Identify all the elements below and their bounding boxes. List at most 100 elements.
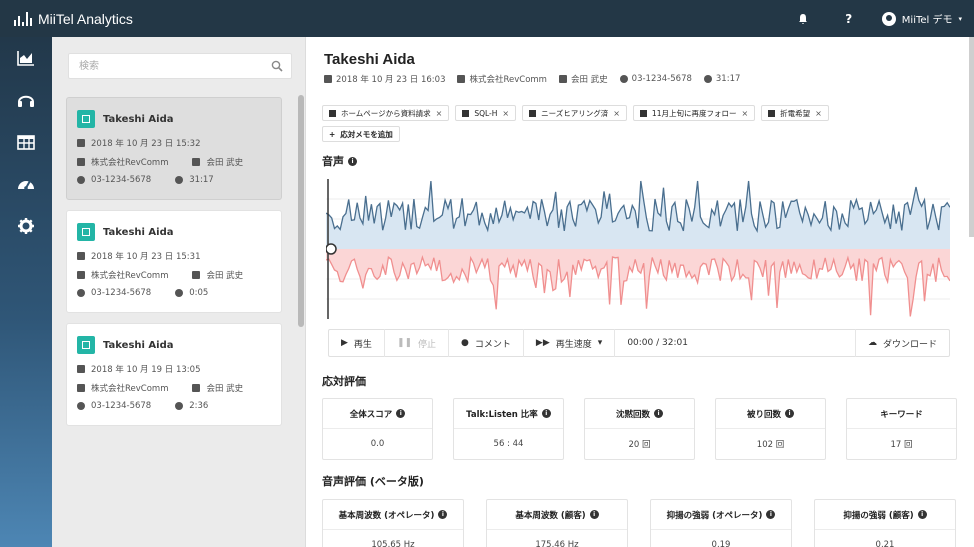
nav-analytics[interactable] xyxy=(0,37,52,79)
gear-icon xyxy=(18,218,34,234)
app-logo[interactable]: MiiTel Analytics xyxy=(0,11,133,27)
tag-item[interactable]: 折電希望 × xyxy=(761,105,829,121)
info-icon[interactable]: i xyxy=(348,156,357,166)
search-input[interactable] xyxy=(69,54,259,78)
call-card-phone: 03-1234-5678 xyxy=(91,401,152,411)
score-card: 沈黙回数 i 20 回 xyxy=(584,398,695,460)
area-chart-icon xyxy=(17,51,34,66)
tag-item[interactable]: ホームページから資料請求 × xyxy=(322,105,450,121)
user-menu[interactable]: MiiTel デモ ▾ xyxy=(872,11,974,26)
call-card-operator: 会田 武史 xyxy=(206,158,244,168)
audio-player-controls: ▶ 再生 ❚❚ 停止 ● コメント ▶▶ 再生速度 ▾ 00:00 / 32:01 ☁ ダウ… xyxy=(328,329,950,357)
play-icon: ▶ xyxy=(341,338,348,348)
detail-phone: 03-1234-5678 xyxy=(631,74,692,84)
table-icon xyxy=(17,135,35,150)
info-icon[interactable]: i xyxy=(589,510,599,519)
call-card[interactable]: Takeshi Aida 2018 年 10 月 23 日 15:32 株式会社… xyxy=(66,97,282,200)
close-icon[interactable]: × xyxy=(436,109,443,118)
info-icon[interactable]: i xyxy=(438,510,448,519)
download-button[interactable]: ☁ ダウンロード xyxy=(854,329,949,357)
clock-icon xyxy=(175,289,184,297)
customer-wave-area xyxy=(326,249,950,317)
call-card-company: 株式会社RevComm xyxy=(91,158,169,168)
comment-icon: ● xyxy=(461,338,469,348)
calendar-icon xyxy=(324,75,332,83)
id-card-icon xyxy=(192,271,201,279)
cloud-download-icon: ☁ xyxy=(867,338,877,348)
playhead-handle[interactable] xyxy=(326,243,337,255)
sidebar xyxy=(0,37,52,547)
tag-item[interactable]: SQL-H × xyxy=(455,105,517,121)
top-bar: MiiTel Analytics ? MiiTel デモ ▾ xyxy=(0,0,974,37)
search-box xyxy=(68,53,292,79)
detail-datetime: 2018 年 10 月 23 日 16:03 xyxy=(336,75,446,85)
call-card-datetime: 2018 年 10 月 23 日 15:32 xyxy=(91,139,201,149)
call-badge-icon xyxy=(77,336,95,354)
voice-card: 基本周波数 (オペレータ) i 105.65 Hz xyxy=(322,499,464,547)
id-card-icon xyxy=(558,75,567,83)
audio-title: 音声 xyxy=(322,155,344,168)
notification-bell-icon[interactable] xyxy=(780,0,826,37)
call-card[interactable]: Takeshi Aida 2018 年 10 月 19 日 13:05 株式会社… xyxy=(66,323,282,426)
search-icon[interactable] xyxy=(271,60,283,72)
close-icon[interactable]: × xyxy=(613,109,620,118)
evaluation-section-title: 応対評価 xyxy=(322,375,366,388)
playback-speed-button[interactable]: ▶▶ 再生速度 ▾ xyxy=(524,329,616,357)
building-icon xyxy=(77,158,85,166)
clock-icon xyxy=(703,75,712,83)
clock-icon xyxy=(175,402,184,410)
headphones-icon xyxy=(18,95,34,107)
call-card-duration: 0:05 xyxy=(189,288,209,298)
audio-section-title: 音声 i xyxy=(322,153,357,169)
tag-list: ホームページから資料請求 × SQL-H × ニーズヒアリング済 × 11月上旬に再度… xyxy=(322,105,902,142)
call-card-name: Takeshi Aida xyxy=(103,113,174,125)
pause-icon: ❚❚ xyxy=(396,338,413,348)
tag-icon xyxy=(529,109,537,117)
info-icon[interactable]: i xyxy=(541,409,551,418)
help-button[interactable]: ? xyxy=(826,0,872,37)
tag-label: 折電希望 xyxy=(780,108,811,118)
evaluation-cards: 全体スコア i 0.0 Talk:Listen 比率 i 56 : 44 沈黙回数 i 20… xyxy=(322,398,957,460)
close-icon[interactable]: × xyxy=(741,109,748,118)
nav-dashboard[interactable] xyxy=(0,163,52,205)
nav-table[interactable] xyxy=(0,121,52,163)
close-icon[interactable]: × xyxy=(502,109,509,118)
add-memo-label: 応対メモを追加 xyxy=(340,129,393,139)
info-icon[interactable]: i xyxy=(396,409,406,418)
tag-icon xyxy=(768,109,776,117)
comment-button[interactable]: ● コメント xyxy=(449,329,524,357)
score-card: キーワード 17 回 xyxy=(846,398,957,460)
stop-button[interactable]: ❚❚ 停止 xyxy=(385,329,450,357)
play-button[interactable]: ▶ 再生 xyxy=(329,329,385,357)
call-card-duration: 2:36 xyxy=(189,401,209,411)
fast-forward-icon: ▶▶ xyxy=(535,338,550,348)
tag-label: ホームページから資料請求 xyxy=(341,108,431,118)
phone-icon xyxy=(619,75,628,83)
close-icon[interactable]: × xyxy=(815,109,822,118)
tag-icon xyxy=(329,109,336,117)
score-card: 全体スコア i 0.0 xyxy=(322,398,433,460)
detail-operator: 会田 武史 xyxy=(570,75,608,85)
info-icon[interactable]: i xyxy=(766,510,776,519)
nav-settings[interactable] xyxy=(0,205,52,247)
chevron-down-icon: ▾ xyxy=(597,338,603,348)
call-card-datetime: 2018 年 10 月 19 日 13:05 xyxy=(91,365,201,375)
info-icon[interactable]: i xyxy=(785,409,794,418)
call-card-name: Takeshi Aida xyxy=(103,339,174,351)
detail-company: 株式会社RevComm xyxy=(469,75,547,85)
add-memo-button[interactable]: + 応対メモを追加 xyxy=(322,126,400,142)
building-icon xyxy=(77,271,85,279)
nav-calls[interactable] xyxy=(0,79,52,121)
page-scrollbar[interactable] xyxy=(969,37,974,237)
call-card[interactable]: Takeshi Aida 2018 年 10 月 23 日 15:31 株式会社… xyxy=(66,210,282,313)
list-scrollbar[interactable] xyxy=(298,95,304,327)
plus-icon: + xyxy=(329,129,336,139)
audio-waveform[interactable] xyxy=(326,179,950,319)
info-icon[interactable]: i xyxy=(917,510,927,519)
info-icon[interactable]: i xyxy=(654,409,663,418)
call-card-name: Takeshi Aida xyxy=(103,226,174,238)
phone-icon xyxy=(77,289,85,297)
tag-item[interactable]: ニーズヒアリング済 × xyxy=(522,105,627,121)
tag-item[interactable]: 11月上旬に再度フォロー × xyxy=(632,105,756,121)
tag-label: ニーズヒアリング済 xyxy=(541,108,609,118)
